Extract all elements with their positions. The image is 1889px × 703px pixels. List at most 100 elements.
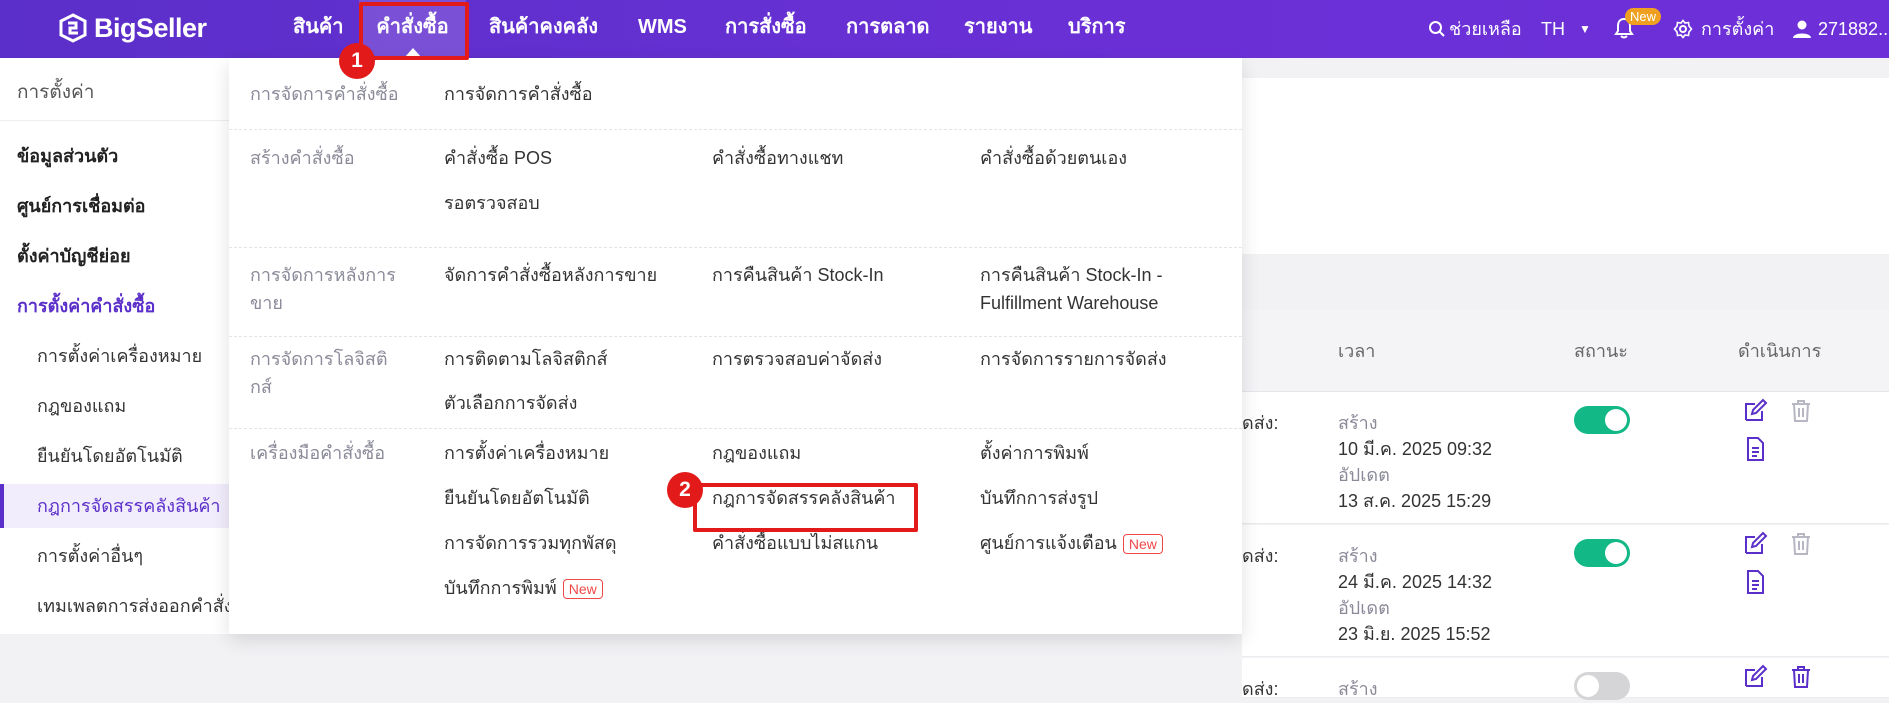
document-icon[interactable] xyxy=(1742,569,1768,595)
sidebar-item-auto-confirm[interactable]: ยืนยันโดยอัตโนมัติ xyxy=(0,434,232,478)
sidebar-item-export-template[interactable]: เทมเพลตการส่งออกคำสั่งซื้อ xyxy=(0,584,232,628)
nav-item-services[interactable]: บริการ xyxy=(1068,0,1126,58)
sidebar-item-profile[interactable]: ข้อมูลส่วนตัว xyxy=(0,134,232,178)
sidebar-divider xyxy=(0,120,232,121)
nav-item-wms[interactable]: WMS xyxy=(638,0,687,58)
menu-item-return-fulfillment[interactable]: การคืนสินค้า Stock-In - Fulfillment Ware… xyxy=(980,261,1180,317)
nav-item-reports[interactable]: รายงาน xyxy=(964,0,1032,58)
nav-item-purchase[interactable]: การสั่งซื้อ xyxy=(725,0,807,58)
dropdown-section: การจัดการคำสั่งซื้อ การจัดการคำสั่งซื้อ xyxy=(229,58,1242,130)
updated-label: อัปเดต xyxy=(1338,465,1390,485)
edit-icon[interactable] xyxy=(1742,531,1768,557)
notification-button[interactable]: New xyxy=(1612,0,1662,58)
chevron-down-icon: ▼ xyxy=(1579,22,1591,36)
nav-item-marketing[interactable]: การตลาด xyxy=(846,0,930,58)
step-badge-1: 1 xyxy=(339,43,375,79)
bigseller-logo[interactable]: BigSeller xyxy=(58,10,207,46)
dropdown-category: สร้างคำสั่งซื้อ xyxy=(250,148,355,168)
settings-sidebar: การตั้งค่า ข้อมูลส่วนตัว ศูนย์การเชื่อมต… xyxy=(0,58,232,634)
menu-item-shipping-fee-check[interactable]: การตรวจสอบค่าจัดส่ง xyxy=(712,345,882,373)
top-navbar: BigSeller สินค้า คำสั่งซื้อ สินค้าคงคลัง… xyxy=(0,0,1889,58)
settings-link[interactable]: การตั้งค่า xyxy=(1673,0,1774,58)
dropdown-section: การจัดการโลจิสติกส์ การติดตามโลจิสติกส์ … xyxy=(229,337,1242,429)
dropdown-category: การจัดการโลจิสติกส์ xyxy=(250,349,388,397)
sidebar-item-other[interactable]: การตั้งค่าอื่นๆ xyxy=(0,534,232,578)
table-row: ดส่ง: สร้าง 10 มี.ค. 2025 09:32 อัปเดต 1… xyxy=(1242,392,1889,524)
menu-item-merge-parcels[interactable]: การจัดการรวมทุกพัสดุ xyxy=(444,529,617,557)
orders-dropdown-menu: การจัดการคำสั่งซื้อ การจัดการคำสั่งซื้อ … xyxy=(229,58,1242,634)
menu-item-print-settings[interactable]: ตั้งค่าการพิมพ์ xyxy=(980,439,1089,467)
delete-icon[interactable] xyxy=(1788,398,1814,424)
updated-label: อัปเดต xyxy=(1338,598,1390,618)
row-partial-text: ดส่ง: xyxy=(1242,546,1279,566)
menu-item-after-sales[interactable]: จัดการคำสั่งซื้อหลังการขาย xyxy=(444,261,657,289)
menu-item-gift-rules[interactable]: กฎของแถม xyxy=(712,439,801,467)
menu-item-pending-review[interactable]: รอตรวจสอบ xyxy=(444,189,540,217)
edit-icon[interactable] xyxy=(1742,664,1768,690)
dropdown-section: สร้างคำสั่งซื้อ คำสั่งซื้อ POS คำสั่งซื้… xyxy=(229,130,1242,248)
status-toggle[interactable] xyxy=(1574,539,1630,567)
new-badge: New xyxy=(1625,8,1662,25)
language-selector[interactable]: TH ▼ xyxy=(1541,0,1591,58)
th-status: สถานะ xyxy=(1574,341,1628,361)
th-actions: ดำเนินการ xyxy=(1738,341,1822,361)
menu-item-pos-order[interactable]: คำสั่งซื้อ POS xyxy=(444,144,552,172)
created-time: 10 มี.ค. 2025 09:32 xyxy=(1338,439,1493,459)
settings-label: การตั้งค่า xyxy=(1701,19,1775,39)
delete-icon[interactable] xyxy=(1788,531,1814,557)
menu-item-shipment-list[interactable]: การจัดการรายการจัดส่ง xyxy=(980,345,1167,373)
status-toggle[interactable] xyxy=(1574,672,1630,700)
menu-item-order-management[interactable]: การจัดการคำสั่งซื้อ xyxy=(444,80,593,108)
nav-item-products[interactable]: สินค้า xyxy=(293,0,344,58)
sidebar-item-subaccount[interactable]: ตั้งค่าบัญชีย่อย xyxy=(0,234,232,278)
print-records-label: บันทึกการพิมพ์ xyxy=(444,578,557,598)
dropdown-category: การจัดการคำสั่งซื้อ xyxy=(250,84,399,104)
table-row: ดส่ง: สร้าง xyxy=(1242,658,1889,700)
step-badge-2: 2 xyxy=(667,472,703,508)
dropdown-category: การจัดการหลังการขาย xyxy=(250,265,396,313)
menu-item-marks-settings[interactable]: การตั้งค่าเครื่องหมาย xyxy=(444,439,609,467)
sidebar-item-warehouse-allocation[interactable]: กฎการจัดสรรคลังสินค้า xyxy=(0,484,232,528)
toggle-knob xyxy=(1577,675,1599,697)
toggle-knob xyxy=(1605,409,1627,431)
sidebar-item-order-settings[interactable]: การตั้งค่าคำสั่งซื้อ xyxy=(0,284,232,328)
user-menu[interactable]: 271882... xyxy=(1792,0,1889,58)
bigseller-logo-icon xyxy=(59,13,87,43)
notification-center-label: ศูนย์การแจ้งเตือน xyxy=(980,533,1117,553)
document-icon[interactable] xyxy=(1742,436,1768,462)
sidebar-item-marks[interactable]: การตั้งค่าเครื่องหมาย xyxy=(0,334,232,378)
menu-item-photo-records[interactable]: บันทึกการส่งรูป xyxy=(980,484,1098,512)
sidebar-item-integration[interactable]: ศูนย์การเชื่อมต่อ xyxy=(0,184,232,228)
brand-name: BigSeller xyxy=(94,12,207,43)
menu-item-return-stock-in[interactable]: การคืนสินค้า Stock-In xyxy=(712,261,883,289)
sidebar-item-gift-rules[interactable]: กฎของแถม xyxy=(0,384,232,428)
menu-item-shipping-options[interactable]: ตัวเลือกการจัดส่ง xyxy=(444,389,577,417)
highlight-box-allocation xyxy=(693,483,918,532)
language-label: TH xyxy=(1541,19,1565,39)
table-header: เวลา สถานะ ดำเนินการ xyxy=(1242,310,1889,392)
created-label: สร้าง xyxy=(1338,679,1378,699)
user-label: 271882... xyxy=(1818,19,1889,39)
status-toggle[interactable] xyxy=(1574,406,1630,434)
search-icon xyxy=(1429,21,1445,37)
menu-item-print-records[interactable]: บันทึกการพิมพ์ New xyxy=(444,574,603,602)
delete-icon[interactable] xyxy=(1788,664,1814,690)
sidebar-title: การตั้งค่า xyxy=(17,82,95,103)
main-content: เวลา สถานะ ดำเนินการ ดส่ง: สร้าง 10 มี.ค… xyxy=(1242,58,1889,700)
menu-item-no-scan-orders[interactable]: คำสั่งซื้อแบบไม่สแกน xyxy=(712,529,878,557)
created-label: สร้าง xyxy=(1338,546,1378,566)
menu-item-auto-confirm[interactable]: ยืนยันโดยอัตโนมัติ xyxy=(444,484,590,512)
help-link[interactable]: ช่วยเหลือ xyxy=(1428,0,1522,58)
menu-item-chat-order[interactable]: คำสั่งซื้อทางแชท xyxy=(712,144,843,172)
menu-item-manual-order[interactable]: คำสั่งซื้อด้วยตนเอง xyxy=(980,144,1127,172)
menu-item-logistics-tracking[interactable]: การติดตามโลจิสติกส์ xyxy=(444,345,608,373)
nav-item-inventory[interactable]: สินค้าคงคลัง xyxy=(489,0,598,58)
help-label: ช่วยเหลือ xyxy=(1449,19,1522,39)
updated-time: 13 ส.ค. 2025 15:29 xyxy=(1338,491,1492,511)
dropdown-section: การจัดการหลังการขาย จัดการคำสั่งซื้อหลัง… xyxy=(229,248,1242,337)
user-icon xyxy=(1793,20,1811,38)
new-tag: New xyxy=(1122,534,1163,555)
edit-icon[interactable] xyxy=(1742,398,1768,424)
th-time: เวลา xyxy=(1338,341,1376,361)
menu-item-notification-center[interactable]: ศูนย์การแจ้งเตือน New xyxy=(980,529,1163,557)
